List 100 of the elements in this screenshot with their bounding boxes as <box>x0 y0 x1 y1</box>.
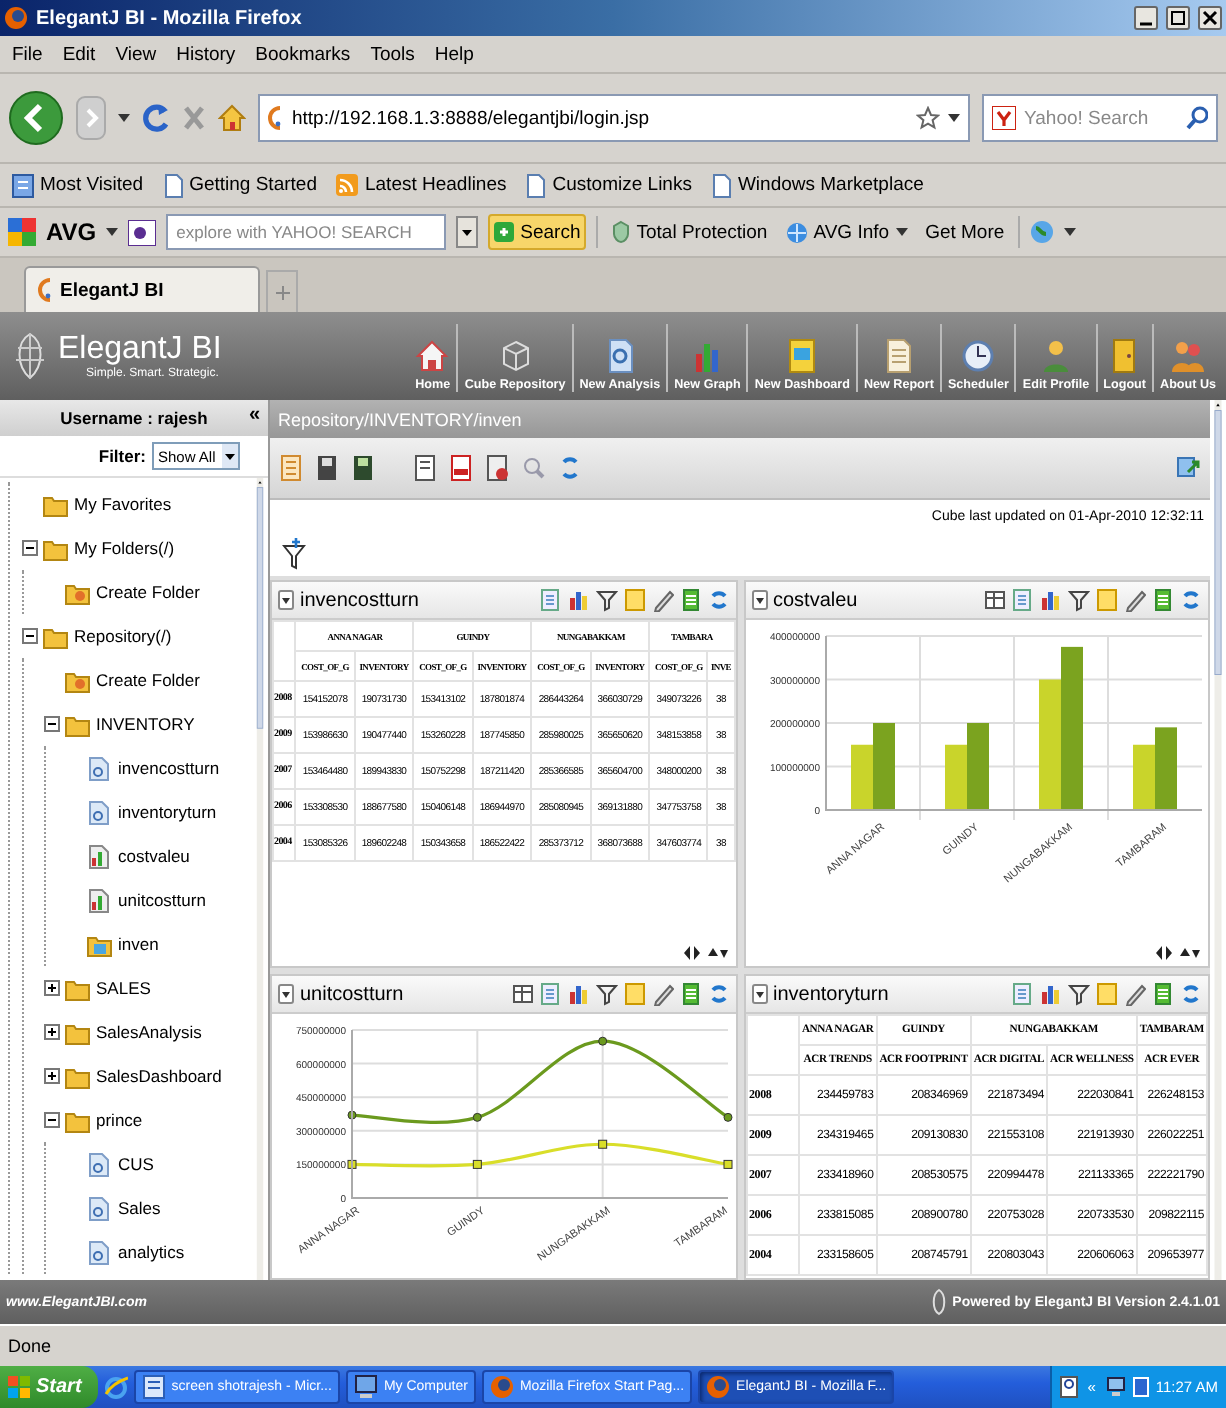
menu-item[interactable]: Help <box>430 43 478 65</box>
tree-item[interactable]: SalesDashboard <box>94 1066 224 1086</box>
refresh-icon[interactable] <box>707 588 729 612</box>
expander-icon[interactable] <box>44 980 60 996</box>
maximize-button[interactable] <box>1166 6 1190 30</box>
search-box[interactable]: explore with YAHOO! SEARCH <box>166 214 447 250</box>
pencil-icon[interactable] <box>651 982 673 1006</box>
pager-icon[interactable] <box>683 946 727 960</box>
refresh-icon[interactable] <box>707 982 729 1006</box>
tree-item[interactable]: inven <box>116 934 161 954</box>
caret-icon[interactable] <box>1064 228 1077 236</box>
back-button[interactable] <box>8 90 64 146</box>
report-icon[interactable] <box>1012 982 1034 1006</box>
list-icon[interactable] <box>679 982 701 1006</box>
dropdown-button[interactable] <box>456 216 479 248</box>
address-bar[interactable]: http://192.168.1.3:8888/elegantjbi/login.jsp <box>258 94 970 142</box>
collapse-toggle[interactable] <box>751 590 767 610</box>
search-field[interactable]: explore with YAHOO! SEARCH <box>176 222 437 242</box>
tree-item[interactable]: INVENTORY <box>94 714 197 734</box>
collapse-toggle[interactable] <box>751 984 767 1004</box>
toolbar-button[interactable]: AVG Info <box>781 221 912 243</box>
tree-item[interactable]: costvaleu <box>116 846 192 866</box>
minimize-button[interactable] <box>1134 6 1158 30</box>
scrollbar[interactable] <box>1210 400 1226 1280</box>
expander-icon[interactable] <box>44 716 60 732</box>
search-icon[interactable] <box>1186 106 1208 130</box>
reload-icon[interactable] <box>142 102 170 134</box>
search-field[interactable]: Yahoo! Search <box>1024 107 1178 129</box>
expander-icon[interactable] <box>44 1068 60 1084</box>
bar-chart-icon[interactable] <box>567 982 589 1006</box>
bookmark-item[interactable]: Latest Headlines <box>332 174 511 196</box>
tree-item[interactable]: inventoryturn <box>116 802 219 822</box>
tree-item[interactable]: Create Folder <box>94 582 202 602</box>
properties-icon[interactable] <box>412 454 438 482</box>
collapse-toggle[interactable] <box>278 590 294 610</box>
toolbar-button[interactable]: Total Protection <box>608 220 772 244</box>
pager-icon[interactable] <box>1156 946 1200 960</box>
address-field[interactable]: http://192.168.1.3:8888/elegantjbi/login.jsp <box>292 107 908 129</box>
toolbar-logo-icon[interactable] <box>128 219 157 245</box>
collapse-toggle[interactable] <box>278 984 294 1004</box>
export-icon[interactable] <box>484 454 510 482</box>
bar-chart-icon[interactable] <box>1040 588 1062 612</box>
save-as-icon[interactable] <box>350 454 376 482</box>
tree-item[interactable]: prince <box>94 1110 145 1130</box>
menu-item[interactable]: Tools <box>366 43 419 65</box>
expander-icon[interactable] <box>22 628 38 644</box>
bookmark-item[interactable]: Windows Marketplace <box>707 173 928 197</box>
tree-item[interactable]: CUS <box>116 1154 156 1174</box>
filter-icon[interactable] <box>595 588 617 612</box>
bookmark-item[interactable]: Getting Started <box>159 173 321 197</box>
menu-item[interactable]: History <box>172 43 240 65</box>
toolbar-button[interactable]: Search <box>488 214 587 250</box>
list-icon[interactable] <box>679 588 701 612</box>
home-icon[interactable] <box>218 104 246 132</box>
scrollbar[interactable] <box>252 478 268 1280</box>
tree-item[interactable]: Sales <box>116 1198 163 1218</box>
collapse-button[interactable]: « <box>244 404 264 426</box>
tree-item[interactable]: My Favorites <box>72 494 174 514</box>
search-box[interactable]: Yahoo! Search <box>982 94 1218 142</box>
tree-item[interactable]: unitcostturn <box>116 890 208 910</box>
expander-icon[interactable] <box>44 1112 60 1128</box>
pencil-icon[interactable] <box>1124 982 1146 1006</box>
browser-icon[interactable] <box>103 1375 128 1399</box>
pencil-icon[interactable] <box>651 588 673 612</box>
tree-item[interactable]: SALES <box>94 978 153 998</box>
expander-icon[interactable] <box>22 540 38 556</box>
save-icon[interactable] <box>314 454 340 482</box>
list-icon[interactable] <box>1152 982 1174 1006</box>
refresh-icon[interactable] <box>1180 982 1202 1006</box>
pencil-icon[interactable] <box>1124 588 1146 612</box>
expander-icon[interactable] <box>44 1024 60 1040</box>
pdf-icon[interactable] <box>448 454 474 482</box>
menu-item[interactable]: Edit <box>58 43 100 65</box>
bookmark-item[interactable]: Customize Links <box>522 173 696 197</box>
caret-icon[interactable] <box>118 114 130 122</box>
tree-item[interactable]: invencostturn <box>116 758 222 778</box>
layout-icon[interactable] <box>984 588 1006 612</box>
filter-icon[interactable] <box>1068 588 1090 612</box>
menu-item[interactable]: Bookmarks <box>251 43 355 65</box>
browser-tab[interactable]: ElegantJ BI <box>24 266 260 312</box>
menu-item[interactable]: View <box>111 43 161 65</box>
list-icon[interactable] <box>1152 588 1174 612</box>
refresh-icon[interactable] <box>1180 588 1202 612</box>
globe-icon[interactable] <box>1030 220 1055 244</box>
caret-icon[interactable] <box>948 114 960 122</box>
star-icon[interactable] <box>916 106 940 130</box>
filter-icon[interactable] <box>595 982 617 1006</box>
monitor-icon[interactable] <box>1131 1376 1150 1398</box>
tree-item[interactable]: Repository(/) <box>72 626 174 646</box>
tree-item[interactable]: SalesAnalysis <box>94 1022 204 1042</box>
bar-chart-icon[interactable] <box>1040 982 1062 1006</box>
share-icon[interactable] <box>1176 454 1202 482</box>
network-icon[interactable] <box>1105 1376 1126 1398</box>
menu-item[interactable]: File <box>8 43 47 65</box>
caret-icon[interactable] <box>106 228 119 236</box>
report-icon[interactable] <box>539 588 561 612</box>
filter-icon[interactable] <box>282 538 306 570</box>
layout-icon[interactable] <box>511 982 533 1006</box>
bar-chart-icon[interactable] <box>567 588 589 612</box>
tree-item[interactable]: Create Folder <box>94 670 202 690</box>
